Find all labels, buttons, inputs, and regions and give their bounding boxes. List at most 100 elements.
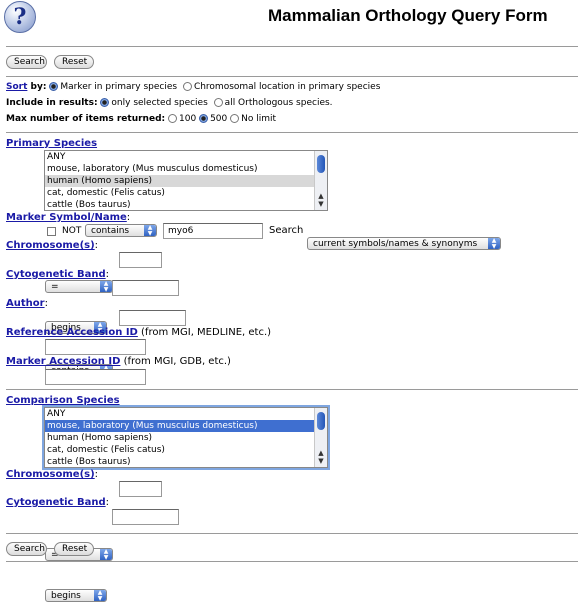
scroll-thumb[interactable]	[317, 412, 325, 430]
search-button-bottom[interactable]: Search	[6, 542, 47, 556]
reference-id-input[interactable]	[45, 339, 146, 355]
marker-op-select[interactable]: contains ▲ ▼	[85, 224, 157, 237]
max-nolimit-radio[interactable]	[230, 114, 240, 123]
comp-cytogenetic-band-link[interactable]: Cytogenetic Band	[6, 497, 106, 508]
marker-symbol-link[interactable]: Marker Symbol/Name	[6, 212, 127, 223]
marker-colon: :	[126, 212, 131, 223]
list-item[interactable]: mouse, laboratory (Mus musculus domestic…	[45, 420, 327, 432]
marker-value-input[interactable]: myo6	[163, 223, 263, 239]
author-colon: :	[44, 298, 48, 309]
max-500-radio[interactable]	[199, 114, 209, 123]
chevron-updown-icon: ▲▼	[100, 549, 112, 560]
search-scope-label: Search	[269, 225, 304, 236]
list-item[interactable]: cattle (Bos taurus)	[45, 199, 327, 210]
list-item[interactable]: ANY	[45, 408, 327, 420]
comp-chromosome-label-row: Chromosome(s):	[6, 469, 98, 480]
marker-label-row: Marker Symbol/Name:	[6, 212, 130, 223]
marker-acc-input[interactable]	[45, 369, 146, 385]
include-row: Include in results: only selected specie…	[6, 98, 333, 108]
chromosome-link[interactable]: Chromosome(s)	[6, 240, 95, 251]
chromosome-op-value: =	[51, 282, 59, 292]
divider	[6, 533, 578, 534]
max-items-row: Max number of items returned: 100 500 No…	[6, 114, 276, 124]
comparison-species-link[interactable]: Comparison Species	[6, 395, 120, 406]
divider	[6, 46, 578, 47]
divider	[6, 76, 578, 77]
comparison-species-list[interactable]: ANY mouse, laboratory (Mus musculus dome…	[44, 407, 328, 468]
max-items-label: Max number of items returned:	[6, 114, 166, 124]
reference-accession-link[interactable]: Reference Accession ID	[6, 327, 138, 338]
cyto-label-row: Cytogenetic Band:	[6, 269, 109, 280]
marker-acc-note: (from MGI, GDB, etc.)	[120, 356, 231, 367]
include-option-all: all Orthologous species.	[224, 98, 333, 108]
sort-by-label: by:	[27, 82, 47, 92]
list-item[interactable]: mouse, laboratory (Mus musculus domestic…	[45, 163, 327, 175]
comp-cyto-op-value: begins	[51, 591, 81, 601]
not-checkbox[interactable]	[47, 227, 56, 236]
include-selected-radio[interactable]	[100, 98, 110, 107]
sort-link[interactable]: Sort	[6, 82, 27, 92]
sort-marker-radio[interactable]	[49, 82, 59, 91]
author-input[interactable]	[119, 310, 186, 326]
comp-chromosome-colon: :	[94, 469, 99, 480]
list-item[interactable]: cat, domestic (Felis catus)	[45, 444, 327, 456]
help-icon[interactable]: ?	[4, 1, 36, 33]
list-item[interactable]: human (Homo sapiens)	[45, 432, 327, 444]
max-100-radio[interactable]	[168, 114, 177, 123]
comp-chromosome-link[interactable]: Chromosome(s)	[6, 469, 95, 480]
scroll-arrows-icon[interactable]: ▲ ▼	[315, 449, 327, 467]
sort-option-marker: Marker in primary species	[60, 82, 178, 92]
sort-chromosome-radio[interactable]	[182, 82, 192, 91]
sort-row: Sort by: Marker in primary species Chrom…	[6, 82, 380, 92]
include-all-radio[interactable]	[213, 98, 223, 107]
divider	[6, 561, 578, 562]
search-scope-select[interactable]: current symbols/names & synonyms ▲ ▼	[307, 237, 501, 250]
list-item[interactable]: cattle (Bos taurus)	[45, 456, 327, 467]
chevron-updown-icon: ▲▼	[488, 238, 500, 249]
author-link[interactable]: Author	[6, 298, 45, 309]
marker-accession-link[interactable]: Marker Accession ID	[6, 356, 120, 367]
comp-cyto-input[interactable]	[112, 509, 179, 525]
comp-cyto-colon: :	[105, 497, 109, 508]
sort-option-chromosome: Chromosomal location in primary species	[193, 82, 381, 92]
scroll-arrows-icon[interactable]: ▲ ▼	[315, 192, 327, 210]
cyto-input[interactable]	[112, 280, 179, 296]
max-option-100: 100	[179, 114, 197, 124]
comp-chromosome-input[interactable]	[119, 481, 162, 497]
max-option-500: 500	[210, 114, 228, 124]
chevron-updown-icon: ▲▼	[144, 225, 156, 236]
list-item[interactable]: cat, domestic (Felis catus)	[45, 187, 327, 199]
cyto-colon: :	[105, 269, 109, 280]
marker-op-value: contains	[91, 226, 130, 236]
chromosome-colon: :	[94, 240, 99, 251]
reset-button-bottom[interactable]: Reset	[54, 542, 94, 556]
scrollbar[interactable]: ▲ ▼	[314, 151, 327, 210]
author-label-row: Author:	[6, 298, 48, 309]
chromosome-input[interactable]	[119, 252, 162, 268]
primary-species-link[interactable]: Primary Species	[6, 138, 97, 149]
comp-cyto-op-select[interactable]: begins ▲ ▼	[45, 589, 107, 602]
search-scope-value: current symbols/names & synonyms	[313, 239, 478, 249]
chromosome-label-row: Chromosome(s):	[6, 240, 98, 251]
include-option-selected: only selected species	[111, 98, 208, 108]
max-option-nolimit: No limit	[241, 114, 277, 124]
divider	[6, 389, 578, 390]
comp-cyto-label-row: Cytogenetic Band:	[6, 497, 109, 508]
marker-acc-label-row: Marker Accession ID (from MGI, GDB, etc.…	[6, 356, 231, 367]
reference-note: (from MGI, MEDLINE, etc.)	[137, 327, 272, 338]
divider	[6, 132, 578, 133]
primary-species-list[interactable]: ANY mouse, laboratory (Mus musculus dome…	[44, 150, 328, 211]
chevron-updown-icon: ▲▼	[100, 281, 112, 292]
list-item[interactable]: ANY	[45, 151, 327, 163]
chevron-updown-icon: ▲▼	[94, 590, 106, 601]
chromosome-op-select[interactable]: = ▲ ▼	[45, 280, 113, 293]
search-button[interactable]: Search	[6, 55, 47, 69]
page-title: Mammalian Orthology Query Form	[268, 6, 548, 25]
scroll-thumb[interactable]	[317, 155, 325, 173]
not-label: NOT	[62, 226, 82, 236]
cytogenetic-band-link[interactable]: Cytogenetic Band	[6, 269, 106, 280]
list-item[interactable]: human (Homo sapiens)	[45, 175, 327, 187]
scrollbar[interactable]: ▲ ▼	[314, 408, 327, 467]
include-label: Include in results:	[6, 98, 98, 108]
reset-button[interactable]: Reset	[54, 55, 94, 69]
